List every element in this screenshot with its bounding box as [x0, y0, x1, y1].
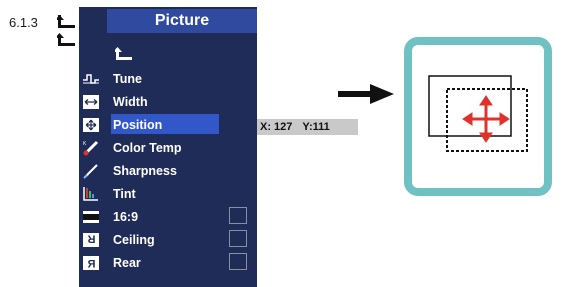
return-arrow-icon — [57, 15, 75, 28]
width-icon — [83, 95, 99, 109]
ceiling-checkbox[interactable] — [229, 230, 247, 247]
menu-item-tint[interactable]: Tint — [79, 183, 257, 205]
aspect-16-9-icon — [83, 211, 99, 223]
move-cross-arrows-icon — [462, 95, 510, 143]
menu-title: Picture — [107, 9, 257, 33]
menu-item-width[interactable]: Width — [79, 91, 257, 113]
position-diagram — [428, 75, 528, 152]
menu-item-ceiling[interactable]: R Ceiling — [79, 229, 257, 251]
menu-item-label: Position — [113, 118, 163, 132]
menu-item-label: 16:9 — [113, 210, 139, 224]
rear-checkbox[interactable] — [229, 253, 247, 270]
svg-text:R: R — [88, 233, 96, 245]
menu-item-label: Width — [113, 95, 148, 109]
ceiling-icon: R — [83, 233, 99, 247]
right-arrow-icon — [338, 84, 394, 104]
menu-item-rear[interactable]: R Rear — [79, 252, 257, 274]
menu-item-sharpness[interactable]: Sharpness — [79, 160, 257, 182]
menu-item-label: Tune — [113, 72, 142, 86]
aspect-16-9-checkbox[interactable] — [229, 207, 247, 224]
return-arrow-icon — [57, 33, 75, 46]
y-value: Y:111 — [302, 121, 330, 133]
menu-item-color-temp[interactable]: K Color Temp — [79, 137, 257, 159]
menu-item-label: Sharpness — [113, 164, 177, 178]
rear-icon: R — [83, 256, 99, 271]
return-arrow-icon — [115, 47, 132, 60]
tint-icon — [83, 187, 98, 201]
tune-icon — [83, 74, 99, 84]
color-temp-icon: K — [83, 140, 99, 156]
menu-item-label: Color Temp — [113, 141, 182, 155]
menu-item-tune[interactable]: Tune — [79, 68, 257, 90]
svg-text:K: K — [83, 141, 87, 147]
x-value: X: 127 — [260, 121, 293, 133]
menu-item-label: Rear — [113, 256, 141, 270]
svg-text:R: R — [88, 259, 96, 271]
original-image-outline — [428, 75, 512, 137]
menu-item-label: Ceiling — [113, 233, 155, 247]
position-readout: X: 127 Y:111 — [257, 119, 358, 135]
sharpness-icon — [83, 164, 98, 179]
menu-item-back[interactable] — [79, 45, 257, 67]
menu-item-label: Tint — [113, 187, 136, 201]
menu-item-aspect-16-9[interactable]: 16:9 — [79, 206, 257, 228]
section-number: 6.1.3 — [9, 15, 38, 30]
position-icon — [83, 118, 99, 132]
menu-item-position[interactable]: Position — [79, 114, 257, 136]
picture-menu: Picture Tune Width Position K Color Temp… — [79, 7, 257, 287]
